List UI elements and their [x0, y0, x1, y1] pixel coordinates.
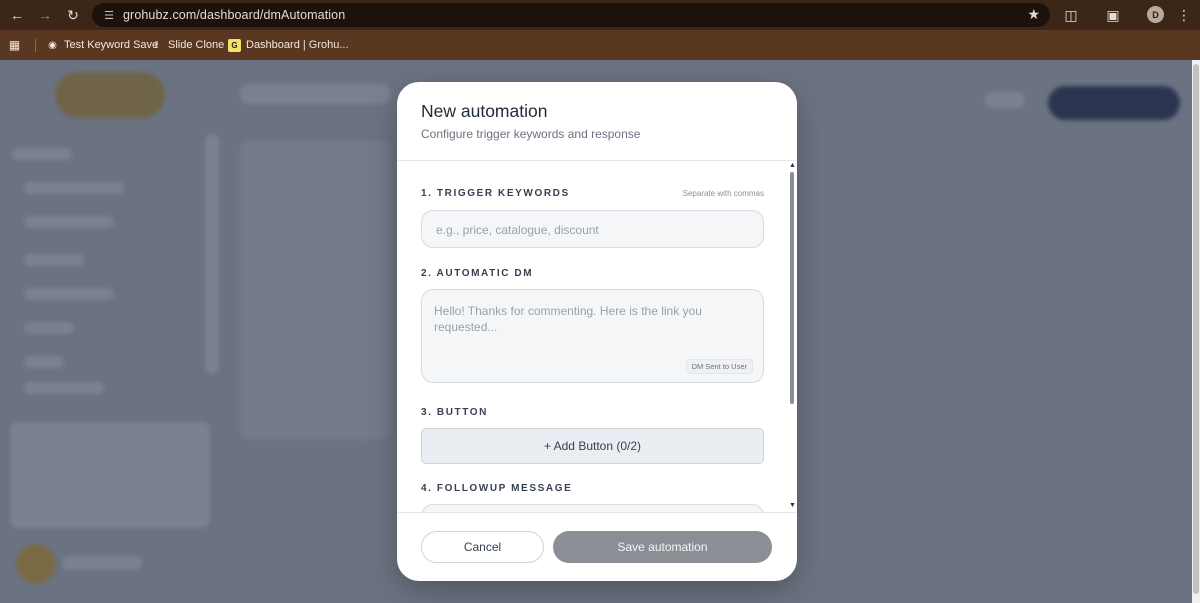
- profile-avatar[interactable]: D: [1147, 6, 1164, 23]
- cancel-button[interactable]: Cancel: [421, 531, 544, 563]
- browser-toolbar: ← → ↻ ☰ grohubz.com/dashboard/dmAutomati…: [0, 0, 1200, 30]
- sidebar-item: [24, 216, 114, 228]
- site-favicon-icon: G: [228, 38, 241, 52]
- extensions-icon[interactable]: ◫: [1060, 4, 1082, 26]
- bookmark-label: Dashboard | Grohu...: [246, 39, 349, 51]
- trigger-keywords-input[interactable]: e.g., price, catalogue, discount: [421, 210, 764, 248]
- logo: [55, 72, 165, 118]
- trigger-keywords-label: 1. TRIGGER KEYWORDS: [421, 188, 570, 199]
- bookmark-label: Slide Clone: [168, 39, 225, 51]
- sidebar-item: [24, 382, 104, 394]
- bookmark-divider: [35, 39, 36, 52]
- new-automation-modal: New automation Configure trigger keyword…: [397, 82, 797, 581]
- globe-icon: ◉: [48, 39, 57, 51]
- site-settings-icon[interactable]: ☰: [101, 7, 117, 23]
- bookmark-test-keyword-save[interactable]: ◉ Test Keyword Save: [46, 37, 158, 53]
- apps-grid-icon[interactable]: ▦: [8, 37, 26, 53]
- save-automation-button[interactable]: Save automation: [553, 531, 772, 563]
- automatic-dm-textarea[interactable]: Hello! Thanks for commenting. Here is th…: [421, 289, 764, 383]
- cast-icon[interactable]: ▣: [1102, 4, 1124, 26]
- page-scrollbar[interactable]: [1192, 60, 1200, 603]
- trigger-keywords-placeholder: e.g., price, catalogue, discount: [436, 223, 599, 237]
- bookmark-icon: ℓ: [154, 39, 159, 51]
- automatic-dm-placeholder: Hello! Thanks for commenting. Here is th…: [434, 304, 702, 334]
- sidebar-item: [24, 356, 64, 368]
- sidebar-item: [12, 148, 72, 160]
- scroll-up-arrow-icon[interactable]: ▲: [789, 162, 796, 169]
- modal-scrollbar[interactable]: ▲ ▼: [788, 162, 796, 512]
- sidebar-card: [10, 422, 210, 528]
- user-avatar: [16, 544, 56, 584]
- header-link-placeholder: [985, 92, 1025, 108]
- reload-icon[interactable]: ↻: [62, 4, 84, 26]
- scroll-down-arrow-icon[interactable]: ▼: [789, 502, 796, 509]
- followup-message-label: 4. FOLLOWUP MESSAGE: [421, 483, 573, 494]
- modal-title: New automation: [421, 101, 548, 121]
- modal-body: 1. TRIGGER KEYWORDS Separate with commas…: [397, 162, 797, 512]
- sidebar-scroll: [205, 134, 219, 374]
- forward-arrow-icon[interactable]: →: [34, 4, 56, 26]
- menu-kebab-icon[interactable]: ⋮: [1173, 4, 1195, 26]
- content-panel: [240, 140, 390, 440]
- automatic-dm-label: 2. AUTOMATIC DM: [421, 268, 534, 279]
- trigger-keywords-hint: Separate with commas: [682, 189, 764, 198]
- button-section-label: 3. BUTTON: [421, 407, 488, 418]
- header-cta-placeholder: [1048, 86, 1180, 120]
- address-bar[interactable]: ☰ grohubz.com/dashboard/dmAutomation ★: [92, 3, 1050, 27]
- bookmark-star-icon[interactable]: ★: [1027, 6, 1040, 23]
- sidebar-item: [24, 288, 114, 300]
- followup-message-input[interactable]: [421, 504, 764, 512]
- modal-footer: Cancel Save automation: [397, 512, 797, 581]
- bookmarks-bar: ▦ ◉ Test Keyword Save ℓ Slide Clone G Da…: [0, 30, 1200, 60]
- back-arrow-icon[interactable]: ←: [6, 4, 28, 26]
- dm-sent-to-user-badge: DM Sent to User: [685, 359, 753, 374]
- modal-header: New automation Configure trigger keyword…: [397, 82, 797, 161]
- bookmark-slide-clone[interactable]: ℓ Slide Clone: [150, 37, 224, 53]
- page-scrollbar-thumb[interactable]: [1193, 64, 1199, 594]
- user-name-placeholder: [62, 556, 142, 570]
- modal-subtitle: Configure trigger keywords and response: [421, 127, 641, 141]
- sidebar-item: [24, 254, 84, 266]
- bookmark-label: Test Keyword Save: [64, 39, 159, 51]
- bookmark-dashboard-grohubz[interactable]: G Dashboard | Grohu...: [228, 37, 349, 53]
- page-heading-placeholder: [240, 84, 390, 104]
- add-button-button[interactable]: + Add Button (0/2): [421, 428, 764, 464]
- modal-scrollbar-thumb[interactable]: [790, 172, 794, 404]
- sidebar-item: [24, 322, 74, 334]
- sidebar-item: [24, 182, 124, 194]
- url-text: grohubz.com/dashboard/dmAutomation: [123, 8, 346, 22]
